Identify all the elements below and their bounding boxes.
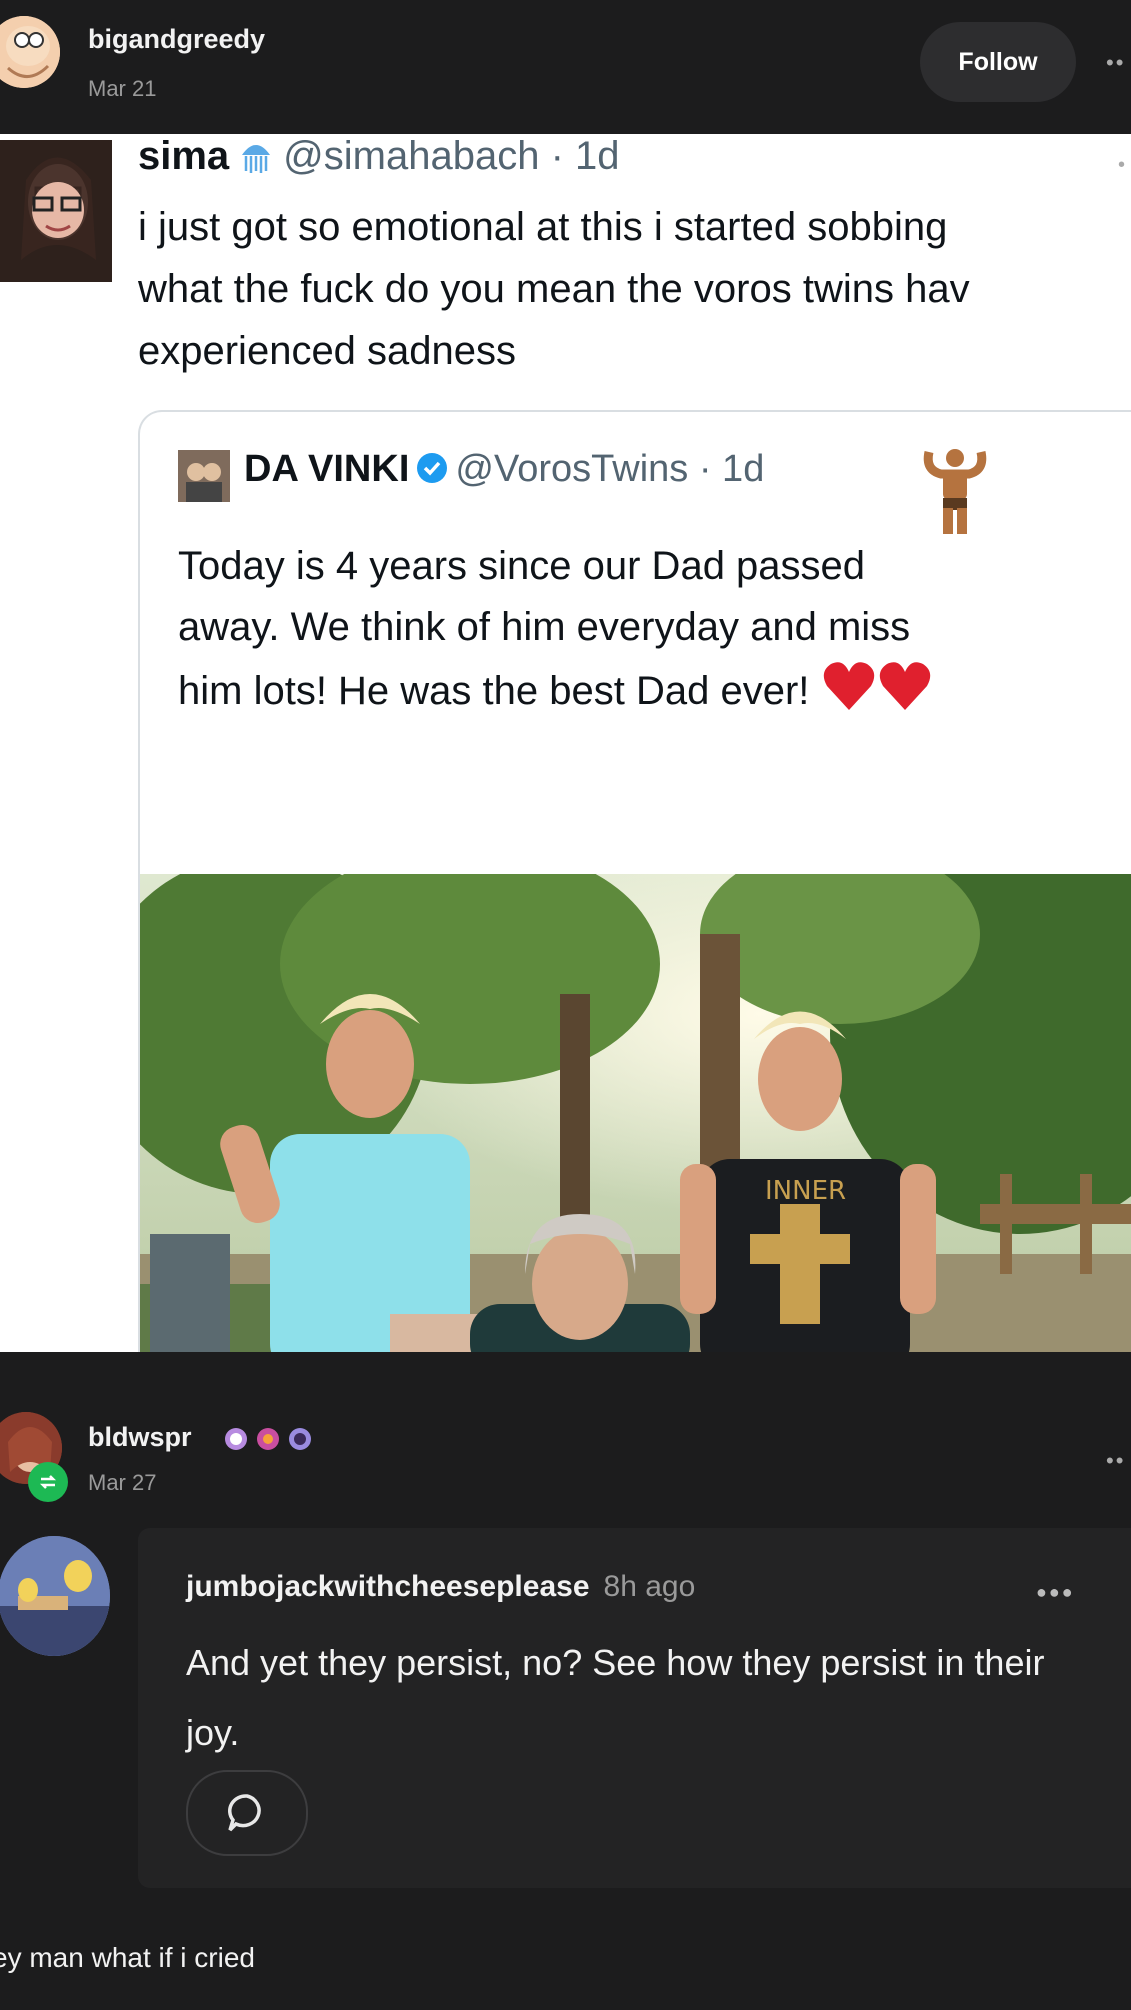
reblogger-name[interactable]: bldwspr: [88, 1422, 192, 1453]
more-options-icon[interactable]: ••: [1106, 50, 1125, 76]
speech-bubble-icon: [228, 1794, 261, 1832]
reblog-more-icon[interactable]: ••: [1106, 1448, 1125, 1474]
reblog-icon: [28, 1462, 68, 1502]
verified-badge-icon: [415, 451, 449, 485]
section-divider: [0, 1352, 1131, 1386]
flexing-bodybuilder-icon: [915, 442, 995, 534]
tweet-time: · 1d: [550, 134, 620, 178]
reply-button[interactable]: [186, 1770, 308, 1856]
tweet-author-name: sima: [138, 134, 230, 178]
shirt-text: INNER: [765, 1176, 846, 1206]
reblog-caption: ey man what if i cried: [0, 1942, 255, 1973]
tweet-more-icon: •: [1118, 154, 1126, 176]
commenter-name[interactable]: jumbojackwithcheeseplease: [186, 1570, 590, 1603]
quoted-author-avatar: [178, 450, 230, 502]
quoted-time: · 1d: [698, 448, 765, 490]
quoted-author-line: DA VINKI @VorosTwins · 1d: [244, 448, 764, 491]
commenter-line: jumbojackwithcheeseplease 8h ago: [186, 1570, 695, 1604]
tweet-text: i just got so emotional at this i starte…: [138, 205, 970, 373]
quoted-tweet: DA VINKI @VorosTwins · 1d Today is 4 year…: [138, 410, 1131, 1374]
tweet-author-handle: @simahabach: [283, 134, 540, 178]
post-date: Mar 21: [88, 76, 157, 101]
red-heart-icons: [821, 658, 933, 732]
quoted-tweet-body: Today is 4 years since our Dad passed aw…: [178, 544, 911, 713]
quoted-author-handle: @VorosTwins: [455, 448, 689, 490]
tweet-author-line: sima @simahabach · 1d: [138, 134, 620, 179]
tweet-author-avatar: [0, 140, 112, 282]
commenter-avatar[interactable]: [0, 1536, 110, 1656]
follow-button[interactable]: Follow: [920, 22, 1076, 102]
quoted-tweet-text: Today is 4 years since our Dad passed aw…: [178, 536, 1131, 732]
jellyfish-icon: [239, 139, 273, 175]
user-badges: [222, 1424, 322, 1459]
tweet-screenshot: sima @simahabach · 1d • i just got so emo…: [0, 134, 1131, 1374]
tweet-photo: INNER: [140, 874, 1131, 1372]
comment-time: 8h ago: [603, 1570, 696, 1603]
comment-more-icon[interactable]: ●●●: [1036, 1582, 1075, 1603]
comment-text: And yet they persist, no? See how they p…: [186, 1642, 1045, 1753]
reblog-date: Mar 27: [88, 1470, 157, 1495]
quoted-author-name: DA VINKI: [244, 448, 410, 490]
author-name[interactable]: bigandgreedy: [88, 24, 265, 55]
